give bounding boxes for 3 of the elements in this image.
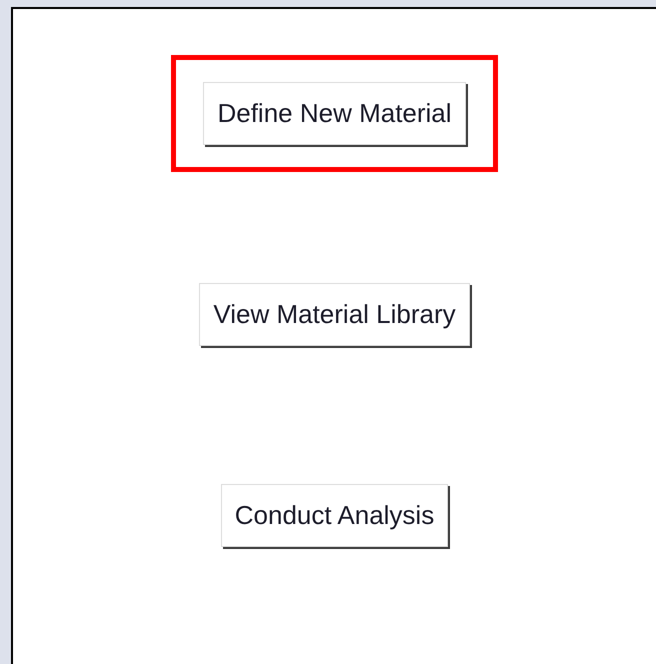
menu-button[interactable]: Define New Material [203,82,466,145]
menu-button[interactable]: Conduct Analysis [220,484,448,547]
menu-button[interactable]: View Material Library [199,283,470,346]
